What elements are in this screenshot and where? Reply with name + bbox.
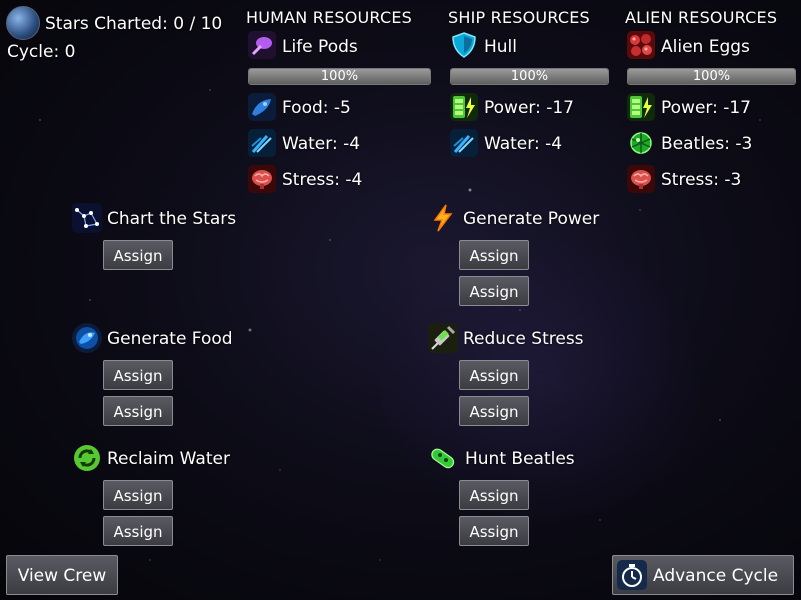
human-stress-label: Stress: -4 [282, 170, 363, 190]
human-water-label: Water: -4 [282, 134, 361, 154]
hunt-beatles-assign-button-1[interactable]: Assign [459, 480, 529, 510]
generate-food-assign-button-1[interactable]: Assign [103, 360, 173, 390]
generate-food-assign-button-2[interactable]: Assign [103, 396, 173, 426]
task-hunt-beatles-label: Hunt Beatles [465, 449, 575, 469]
task-reduce-stress-label: Reduce Stress [463, 329, 584, 349]
task-chart-stars-label: Chart the Stars [107, 209, 237, 229]
ship-power-label: Power: -17 [484, 98, 574, 118]
recycle-icon [72, 443, 102, 473]
stopwatch-icon [617, 560, 647, 590]
shield-icon [450, 31, 478, 59]
task-reclaim-water-label: Reclaim Water [107, 449, 230, 469]
hunt-beatles-assign-button-2[interactable]: Assign [459, 516, 529, 546]
advance-cycle-button[interactable]: Advance Cycle [612, 555, 794, 595]
hull-label: Hull [484, 37, 518, 57]
alien-eggs-bar-label: 100% [692, 69, 731, 84]
brain-icon [627, 165, 655, 193]
capsule-icon [428, 443, 458, 473]
human-resources-header: HUMAN RESOURCES [246, 8, 412, 27]
alien-eggs-label: Alien Eggs [661, 37, 750, 57]
battery-icon [627, 93, 655, 121]
life-pods-label: Life Pods [282, 37, 358, 57]
alien-power-label: Power: -17 [661, 98, 751, 118]
syringe-icon [428, 323, 458, 353]
reduce-stress-assign-button-1[interactable]: Assign [459, 360, 529, 390]
life-pods-bar-label: 100% [320, 69, 359, 84]
battery-icon [450, 93, 478, 121]
alien-eggs-bar: 100% [627, 68, 796, 85]
cycle-label: Cycle: 0 [7, 42, 76, 62]
water-icon [248, 129, 276, 157]
human-food-label: Food: -5 [282, 98, 351, 118]
alien-egg-icon [627, 31, 655, 59]
hull-bar-label: 100% [510, 69, 549, 84]
life-pod-icon [248, 31, 276, 59]
reclaim-water-assign-button-2[interactable]: Assign [103, 516, 173, 546]
chart-stars-assign-button-1[interactable]: Assign [103, 240, 173, 270]
reclaim-water-assign-button-1[interactable]: Assign [103, 480, 173, 510]
lightning-icon [428, 203, 458, 233]
generate-power-assign-button-1[interactable]: Assign [459, 240, 529, 270]
starfield-background [0, 0, 801, 600]
water-icon [450, 129, 478, 157]
nebula-background [380, 240, 700, 520]
task-generate-power-label: Generate Power [463, 209, 600, 229]
food-icon [248, 93, 276, 121]
food-pod-icon [72, 323, 102, 353]
constellation-icon [72, 203, 102, 233]
alien-beatles-label: Beatles: -3 [661, 134, 753, 154]
brain-icon [248, 165, 276, 193]
ship-resources-header: SHIP RESOURCES [448, 8, 590, 27]
advance-cycle-label: Advance Cycle [653, 566, 779, 586]
alien-stress-label: Stress: -3 [661, 170, 742, 190]
ship-water-label: Water: -4 [484, 134, 563, 154]
planet-icon [6, 6, 40, 40]
reduce-stress-assign-button-2[interactable]: Assign [459, 396, 529, 426]
task-generate-food-label: Generate Food [107, 329, 233, 349]
stars-charted-label: Stars Charted: 0 / 10 [45, 14, 223, 34]
beatle-icon [627, 129, 655, 157]
alien-resources-header: ALIEN RESOURCES [625, 8, 778, 27]
life-pods-bar: 100% [248, 68, 431, 85]
generate-power-assign-button-2[interactable]: Assign [459, 276, 529, 306]
view-crew-button[interactable]: View Crew [6, 555, 118, 595]
hull-bar: 100% [450, 68, 609, 85]
